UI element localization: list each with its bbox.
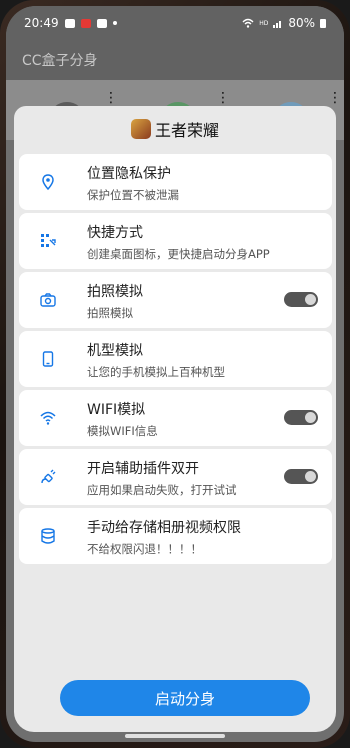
overflow-menu-icon[interactable]: ⋮ — [216, 90, 230, 106]
gallery-notification-icon — [64, 18, 75, 28]
wifi-simulation-toggle[interactable] — [284, 410, 318, 425]
hd-label: HD — [259, 19, 269, 27]
item-title: WIFI模拟 — [87, 402, 146, 418]
item-title: 开启辅助插件双开 — [87, 461, 199, 477]
settings-item-plugin-dual[interactable]: 开启辅助插件双开 应用如果启动失败，打开试试 — [19, 449, 332, 505]
toggle-knob — [305, 412, 316, 423]
camera-icon — [39, 291, 57, 309]
game-icon — [130, 119, 151, 139]
settings-sheet: 王者荣耀 位置隐私保护 保护位置不被泄漏 快捷方式 创建桌面图标，更快捷启动分身… — [14, 106, 336, 732]
home-indicator[interactable] — [125, 734, 225, 738]
status-bar: 20:49 HD 80% — [6, 6, 344, 40]
phone-device-icon — [39, 350, 57, 368]
item-subtitle: 模拟WIFI信息 — [87, 424, 158, 438]
item-subtitle: 让您的手机模拟上百种机型 — [87, 365, 225, 379]
status-time: 20:49 — [24, 16, 59, 30]
location-pin-icon — [39, 173, 57, 191]
camera-simulation-toggle[interactable] — [284, 292, 318, 307]
launch-clone-button[interactable]: 启动分身 — [60, 680, 310, 716]
sheet-header: 王者荣耀 — [14, 106, 336, 152]
item-subtitle: 不给权限闪退！！！！ — [87, 542, 202, 556]
item-subtitle: 拍照模拟 — [87, 306, 133, 320]
toggle-knob — [305, 471, 316, 482]
item-title: 手动给存储相册视频权限 — [87, 520, 241, 536]
settings-item-device-model[interactable]: 机型模拟 让您的手机模拟上百种机型 — [19, 331, 332, 387]
app-bar: CC盒子分身 — [6, 40, 344, 80]
settings-item-wifi-simulation[interactable]: WIFI模拟 模拟WIFI信息 — [19, 390, 332, 446]
app-title: CC盒子分身 — [22, 53, 98, 69]
video-notification-icon — [80, 18, 91, 28]
more-notifications-icon — [112, 21, 117, 25]
settings-item-camera-simulation[interactable]: 拍照模拟 拍照模拟 — [19, 272, 332, 328]
signal-icon — [273, 19, 283, 28]
overflow-menu-icon[interactable]: ⋮ — [104, 90, 118, 106]
wifi-status-icon — [242, 18, 254, 28]
item-title: 机型模拟 — [87, 343, 143, 359]
settings-item-location-privacy[interactable]: 位置隐私保护 保护位置不被泄漏 — [19, 154, 332, 210]
toggle-knob — [305, 294, 316, 305]
item-subtitle: 创建桌面图标，更快捷启动分身APP — [87, 247, 270, 261]
overflow-menu-icon[interactable]: ⋮ — [328, 90, 342, 106]
screen: 20:49 HD 80% CC盒子分身 ⋮ ⋮ ⋮ 王者荣耀 位置隐私保护 保护… — [6, 6, 344, 742]
grid-shortcut-icon — [39, 232, 57, 250]
database-icon — [39, 527, 57, 545]
app-notification-icon — [96, 18, 107, 28]
item-subtitle: 保护位置不被泄漏 — [87, 188, 179, 202]
wifi-icon — [39, 409, 57, 427]
plug-icon — [39, 468, 57, 486]
item-title: 位置隐私保护 — [87, 166, 171, 182]
battery-percent: 80% — [288, 16, 315, 30]
item-title: 拍照模拟 — [87, 284, 143, 300]
settings-item-storage-permission[interactable]: 手动给存储相册视频权限 不给权限闪退！！！！ — [19, 508, 332, 564]
battery-icon — [320, 18, 326, 28]
settings-item-shortcut[interactable]: 快捷方式 创建桌面图标，更快捷启动分身APP — [19, 213, 332, 269]
sheet-title: 王者荣耀 — [154, 121, 219, 140]
plugin-dual-toggle[interactable] — [284, 469, 318, 484]
item-subtitle: 应用如果启动失败，打开试试 — [87, 483, 237, 497]
item-title: 快捷方式 — [87, 225, 143, 241]
